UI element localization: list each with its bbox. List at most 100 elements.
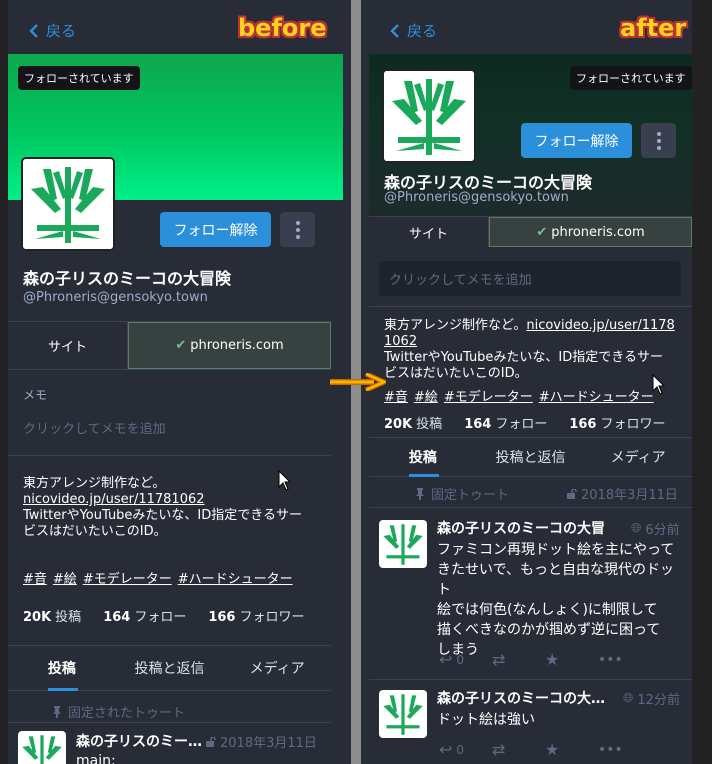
tab-posts-replies[interactable]: 投稿と返信 <box>116 646 224 690</box>
status-time-text: 6分前 <box>645 523 680 538</box>
pin-icon <box>416 487 424 500</box>
status-avatar[interactable] <box>379 690 427 738</box>
plant-logo-icon <box>22 735 62 764</box>
bio-line: 東方アレンジ制作など。nicovideo.jp/user/1178 <box>384 318 675 333</box>
pinned-indicator: 固定トゥート <box>415 484 509 503</box>
back-label: 戻る <box>46 22 77 40</box>
avatar <box>382 69 476 163</box>
stat-posts[interactable]: 20K 投稿 <box>384 413 442 432</box>
memo-input[interactable]: クリックしてメモを追加 <box>379 261 681 296</box>
status-item[interactable]: 森の子リスのミーコの大… 🌐︎ 12分前 ドット絵は強い ↩ 0 ⇄ ★ ••• <box>369 679 692 764</box>
reply-icon: ↩ <box>439 740 453 759</box>
status-time-text: 2018年3月11日 <box>220 736 317 751</box>
reply-button[interactable]: ↩ 0 <box>439 650 492 669</box>
back-button[interactable]: 戻る <box>389 20 437 41</box>
followed-badge: フォローされています <box>570 66 692 90</box>
unfollow-button[interactable]: フォロー解除 <box>160 212 271 247</box>
tab-media[interactable]: メディア <box>584 438 692 476</box>
memo-input[interactable]: クリックしてメモを追加 <box>23 418 166 437</box>
boost-button[interactable]: ⇄ <box>492 650 545 669</box>
status-content: ファミコン再現ドット絵を主にやって きたせいで、もっと自由な現代のドット 絵では… <box>437 542 675 658</box>
plant-logo-icon <box>383 694 423 735</box>
bio-line: TwitterやYouTubeみたいな、ID指定できるサー <box>23 508 303 523</box>
back-label: 戻る <box>407 22 438 40</box>
star-icon: ★ <box>545 740 560 759</box>
stat-followers[interactable]: 166 フォロワー <box>569 413 665 432</box>
arrow-right-icon <box>330 373 386 391</box>
avatar <box>21 157 115 251</box>
hashtag-link[interactable]: #絵 <box>414 386 438 405</box>
stat-following[interactable]: 164 フォロー <box>464 413 547 432</box>
mouse-cursor-icon <box>652 374 666 395</box>
before-label: before <box>238 14 327 42</box>
profile-bio: 東方アレンジ制作など。nicovideo.jp/user/1178 1062 T… <box>384 318 689 382</box>
profile-handle: @Phroneris@gensokyo.town <box>384 190 569 205</box>
before-panel: 戻る フォローされています フォロー解除 森の子リスのミーコの大冒険 @Phro… <box>8 0 343 764</box>
more-horizontal-icon: ••• <box>598 651 623 668</box>
tab-posts[interactable]: 投稿 <box>369 438 477 476</box>
hashtag-link[interactable]: #音 <box>23 568 47 587</box>
back-button[interactable]: 戻る <box>28 20 76 41</box>
hashtag-link[interactable]: #ハードシューター <box>178 568 293 587</box>
field-key: サイト <box>8 322 128 369</box>
status-author[interactable]: 森の子リスのミーコの大冒 <box>437 518 605 538</box>
timeline-tabs: 投稿 投稿と返信 メディア <box>369 437 692 477</box>
status-time: 🌐︎ 6分前 <box>631 519 680 538</box>
stat-following[interactable]: 164 フォロー <box>103 606 186 625</box>
stat-followers[interactable]: 166 フォロワー <box>208 606 304 625</box>
chevron-left-icon <box>29 23 38 38</box>
field-key: サイト <box>369 217 489 247</box>
plant-logo-icon <box>383 524 423 565</box>
status-actions: ↩ 0 ⇄ ★ ••• <box>439 650 651 669</box>
status-more-button[interactable]: ••• <box>598 652 651 668</box>
tab-media[interactable]: メディア <box>223 646 331 690</box>
hashtag-link[interactable]: #モデレーター <box>444 386 533 405</box>
stat-posts[interactable]: 20K 投稿 <box>23 606 81 625</box>
status-author[interactable]: 森の子リスのミー… <box>76 731 202 751</box>
bio-link[interactable]: nicovideo.jp/user/11781062 <box>23 492 328 508</box>
status-actions: ↩ 0 ⇄ ★ ••• <box>439 740 651 759</box>
globe-icon: 🌐︎ <box>623 691 634 706</box>
pinned-time: 2018年3月11日 <box>567 484 678 503</box>
status-author[interactable]: 森の子リスのミーコの大… <box>437 688 605 708</box>
more-button[interactable] <box>641 123 676 158</box>
hashtag-link[interactable]: #ハードシューター <box>539 386 654 405</box>
bio-link-cont[interactable]: 1062 <box>384 334 689 350</box>
pinned-label: 固定トゥート <box>431 488 510 503</box>
status-more-button[interactable]: ••• <box>598 742 651 758</box>
hashtag-link[interactable]: #音 <box>384 386 408 405</box>
favourite-button[interactable]: ★ <box>545 650 598 669</box>
favourite-button[interactable]: ★ <box>545 740 598 759</box>
field-value-link[interactable]: ✔ phroneris.com <box>128 322 331 369</box>
check-icon: ✔ <box>536 224 548 240</box>
hashtag-link[interactable]: #絵 <box>53 568 77 587</box>
plant-logo-icon <box>384 71 474 161</box>
reply-button[interactable]: ↩ 0 <box>439 740 492 759</box>
globe-icon: 🌐︎ <box>631 521 642 536</box>
pin-icon <box>53 705 61 718</box>
unlock-icon <box>567 488 577 499</box>
hashtags: #音 #絵 #モデレーター #ハードシューター <box>23 568 293 587</box>
status-item[interactable]: 森の子リスのミー… 2018年3月11日 main: <box>8 722 331 764</box>
profile-fields: サイト ✔ phroneris.com <box>369 216 692 247</box>
tab-posts[interactable]: 投稿 <box>8 646 116 690</box>
more-button[interactable] <box>280 212 315 247</box>
fields-divider <box>8 369 331 370</box>
status-item[interactable]: 森の子リスのミーコの大冒 🌐︎ 6分前 ファミコン再現ドット絵を主にやって きた… <box>369 507 692 679</box>
unfollow-button[interactable]: フォロー解除 <box>521 123 632 158</box>
bio-link[interactable]: nicovideo.jp/user/1178 <box>526 318 674 333</box>
pinned-label: 固定されたトゥート <box>68 706 186 721</box>
tab-posts-replies[interactable]: 投稿と返信 <box>477 438 585 476</box>
boost-button[interactable]: ⇄ <box>492 740 545 759</box>
field-value-text: phroneris.com <box>190 338 284 353</box>
status-avatar[interactable] <box>18 731 66 764</box>
tab-underline <box>48 688 78 691</box>
status-content: main: <box>76 753 116 764</box>
timeline-tabs: 投稿 投稿と返信 メディア <box>8 645 331 691</box>
profile-name: 森の子リスのミーコの大冒険 <box>23 269 232 288</box>
profile-handle: @Phroneris@gensokyo.town <box>23 290 208 305</box>
status-avatar[interactable] <box>379 520 427 568</box>
profile-fields: サイト ✔ phroneris.com <box>8 321 331 369</box>
field-value-link[interactable]: ✔ phroneris.com <box>489 217 692 247</box>
hashtag-link[interactable]: #モデレーター <box>83 568 172 587</box>
